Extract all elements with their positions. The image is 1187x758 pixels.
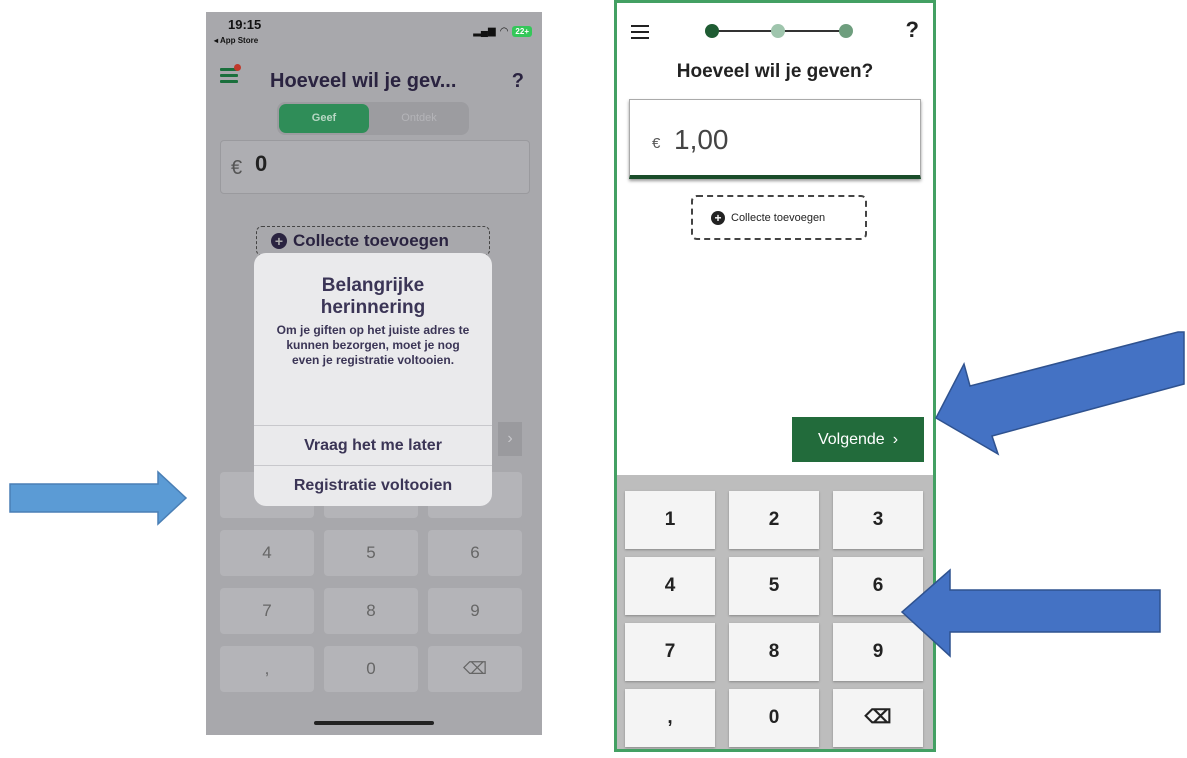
step-2-dot: [771, 24, 785, 38]
key-8[interactable]: 8: [324, 588, 418, 634]
key-0[interactable]: 0: [729, 689, 819, 747]
next-button-label: Volgende: [817, 430, 885, 448]
status-icons: ▂▄▆ ◠ 22+: [473, 26, 532, 37]
next-button[interactable]: ›: [498, 422, 522, 456]
left-phone-screen: 19:15 ◂ App Store ▂▄▆ ◠ 22+ Hoeveel wil …: [206, 12, 542, 735]
key-4[interactable]: 4: [625, 557, 715, 615]
reminder-dialog: Belangrijke herinnering Om je giften op …: [254, 253, 492, 506]
home-indicator: [314, 721, 434, 725]
amount-value: 0: [255, 151, 268, 176]
lower-right-arrow-icon: [900, 568, 1161, 658]
plus-circle-icon: +: [711, 210, 725, 225]
menu-icon[interactable]: [631, 25, 649, 39]
app-store-back-link[interactable]: ◂ App Store: [214, 36, 258, 45]
help-icon[interactable]: ?: [512, 70, 524, 93]
key-3[interactable]: 3: [833, 491, 923, 549]
chevron-right-icon: ›: [892, 430, 899, 448]
currency-symbol: €: [652, 135, 661, 152]
backspace-icon[interactable]: ⌫: [428, 646, 522, 692]
key-8[interactable]: 8: [729, 623, 819, 681]
ask-later-button[interactable]: Vraag het me later: [254, 425, 492, 466]
wifi-icon: ◠: [499, 26, 509, 37]
app-header: Hoeveel wil je gev... ?: [206, 62, 542, 102]
dialog-message: Om je giften op het juiste adres te kunn…: [276, 323, 470, 367]
battery-icon: 22+: [512, 26, 532, 37]
key-comma[interactable]: ,: [625, 689, 715, 747]
help-icon[interactable]: ?: [906, 17, 919, 43]
upper-right-arrow-icon: [935, 331, 1185, 456]
plus-circle-icon: +: [271, 233, 287, 249]
add-collecte-button[interactable]: + Collecte toevoegen: [691, 195, 867, 240]
key-comma[interactable]: ,: [220, 646, 314, 692]
add-collecte-button[interactable]: + Collecte toevoegen: [256, 226, 490, 256]
key-7[interactable]: 7: [625, 623, 715, 681]
status-bar: 19:15 ◂ App Store ▂▄▆ ◠ 22+: [206, 12, 542, 52]
key-0[interactable]: 0: [324, 646, 418, 692]
key-2[interactable]: 2: [729, 491, 819, 549]
right-phone-screen: ? Hoeveel wil je geven? € 1,00 + Collect…: [614, 0, 936, 752]
key-5[interactable]: 5: [324, 530, 418, 576]
tab-ontdek[interactable]: Ontdek: [373, 104, 465, 133]
page-title: Hoeveel wil je geven?: [676, 61, 874, 82]
key-9[interactable]: 9: [428, 588, 522, 634]
amount-value: 1,00: [674, 124, 729, 155]
complete-registration-button[interactable]: Registratie voltooien: [254, 465, 492, 506]
key-6[interactable]: 6: [428, 530, 522, 576]
step-1-dot: [705, 24, 719, 38]
left-arrow-icon: [9, 470, 188, 526]
dialog-title: Belangrijke herinnering: [320, 275, 426, 318]
key-7[interactable]: 7: [220, 588, 314, 634]
amount-field[interactable]: € 1,00: [629, 99, 921, 179]
next-button[interactable]: Volgende ›: [792, 417, 924, 462]
signal-icon: ▂▄▆: [473, 26, 496, 37]
backspace-icon[interactable]: ⌫: [833, 689, 923, 747]
step-3-dot: [839, 24, 853, 38]
amount-field[interactable]: € 0: [220, 140, 530, 194]
key-1[interactable]: 1: [625, 491, 715, 549]
progress-stepper: [705, 21, 855, 41]
currency-symbol: €: [231, 157, 243, 179]
mode-toggle: Geef Ontdek: [277, 102, 469, 135]
tab-geef[interactable]: Geef: [279, 104, 369, 133]
key-5[interactable]: 5: [729, 557, 819, 615]
numeric-keypad: 1 2 3 4 5 6 7 8 9 , 0 ⌫: [617, 475, 933, 749]
add-collecte-label: Collecte toevoegen: [293, 231, 449, 250]
add-collecte-label: Collecte toevoegen: [731, 211, 826, 224]
page-title: Hoeveel wil je gev...: [270, 70, 457, 92]
status-time: 19:15: [228, 17, 262, 32]
notification-dot: [234, 64, 241, 71]
key-4[interactable]: 4: [220, 530, 314, 576]
